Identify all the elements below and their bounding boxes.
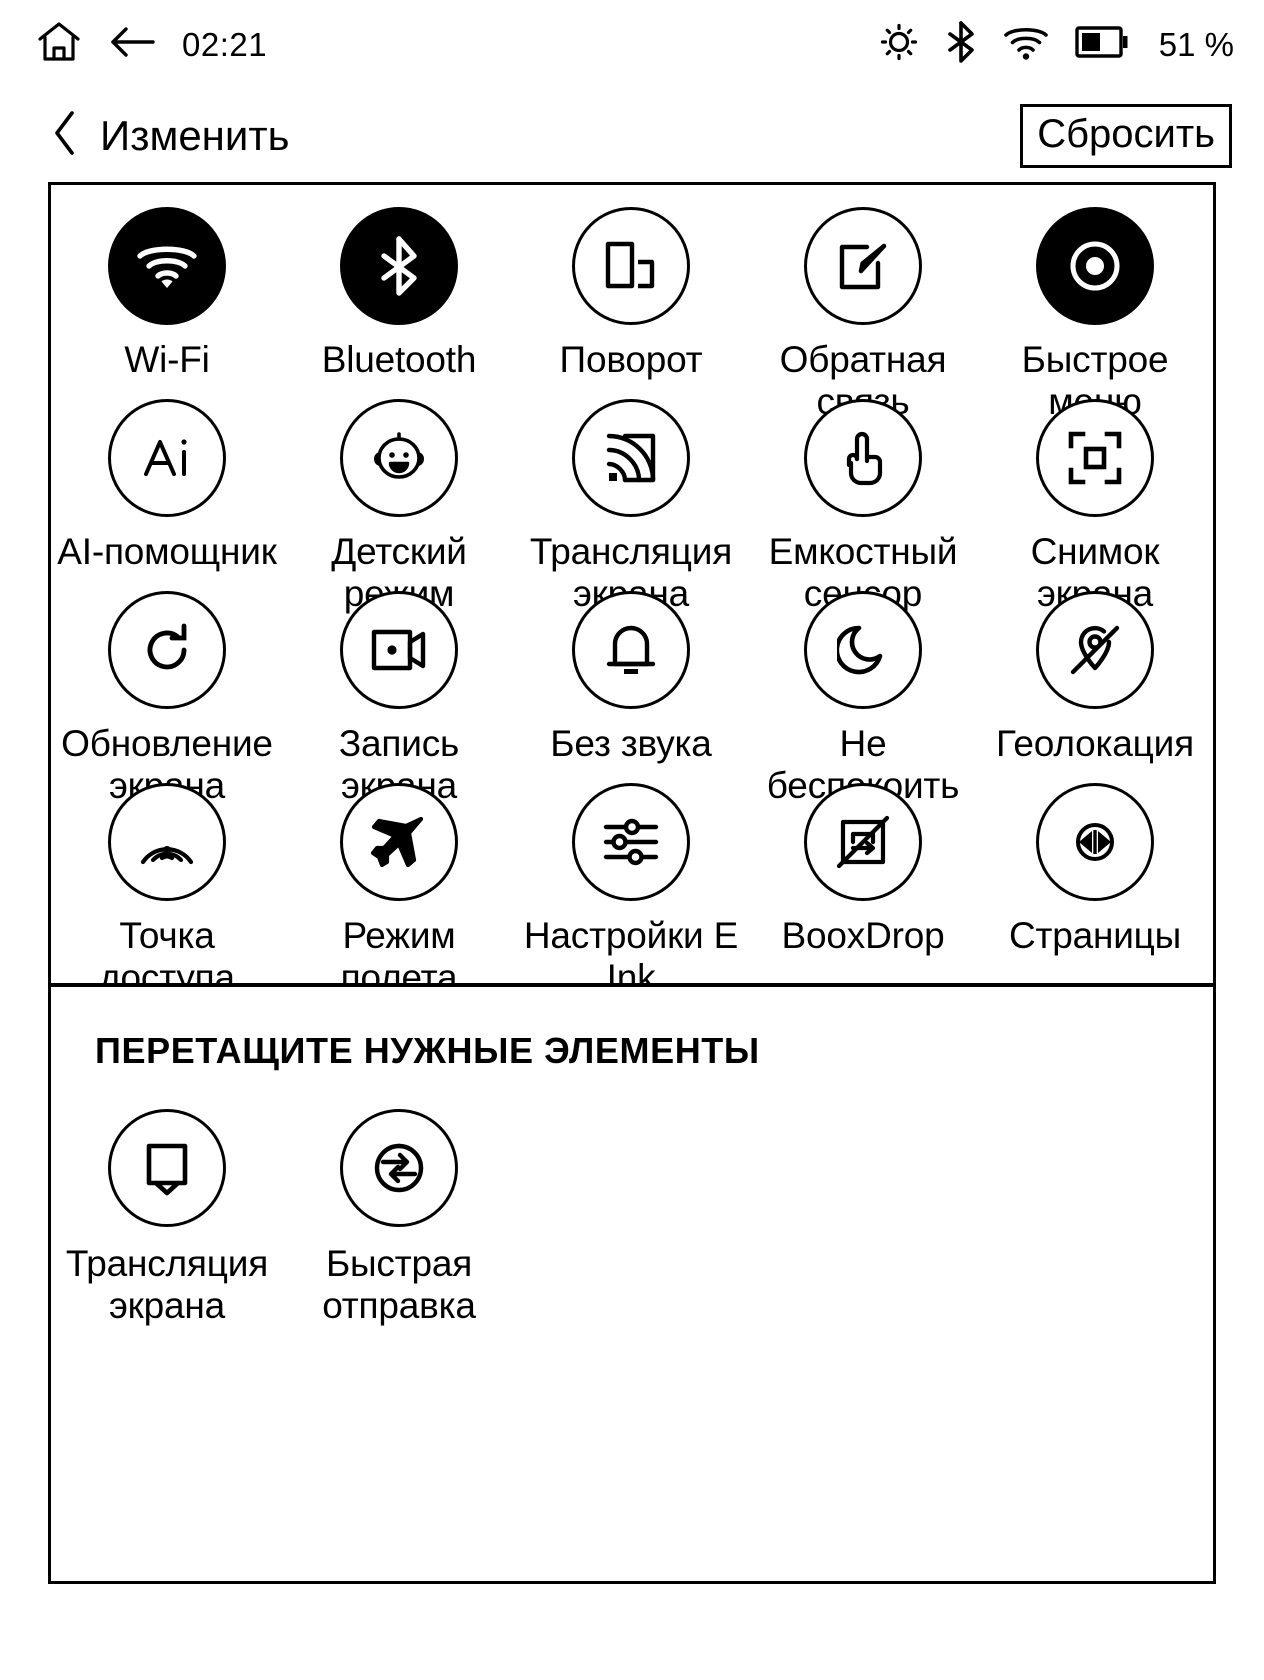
toggle-eink-settings[interactable]: Настройки E Ink xyxy=(515,783,747,998)
status-bar-clock: 02:21 xyxy=(182,25,268,63)
toggle-label: AI-помощник xyxy=(57,531,277,572)
bluetooth-icon[interactable] xyxy=(945,20,977,69)
toggle-booxdrop[interactable]: BooxDrop xyxy=(747,783,979,975)
toggle-rotation[interactable]: Поворот xyxy=(515,207,747,399)
hotspot-icon xyxy=(108,783,226,901)
toggle-label: Wi-Fi xyxy=(124,339,210,380)
status-bar: 02:21 51 % xyxy=(0,0,1264,88)
toggle-screen-record[interactable]: Запись экрана xyxy=(283,591,515,806)
rotation-icon xyxy=(572,207,690,325)
screencast-icon xyxy=(572,399,690,517)
toggle-pages[interactable]: Страницы xyxy=(979,783,1211,975)
feedback-icon xyxy=(804,207,922,325)
home-icon[interactable] xyxy=(36,20,82,69)
wifi-icon xyxy=(108,207,226,325)
toggle-ai-assistant[interactable]: AI-помощник xyxy=(51,399,283,591)
toggle-location[interactable]: Геолокация xyxy=(979,591,1211,783)
kid-mode-icon xyxy=(340,399,458,517)
toggle-mute[interactable]: Без звука xyxy=(515,591,747,783)
eink-settings-icon xyxy=(572,783,690,901)
reset-button[interactable]: Сбросить xyxy=(1020,104,1232,168)
quick-send-icon xyxy=(340,1109,458,1227)
capacitive-touch-icon xyxy=(804,399,922,517)
screen-record-icon xyxy=(340,591,458,709)
back-button[interactable]: Изменить xyxy=(52,110,289,161)
screenshot-icon xyxy=(1036,399,1154,517)
quick-menu-icon xyxy=(1036,207,1154,325)
bluetooth-icon xyxy=(340,207,458,325)
toggle-hotspot[interactable]: Точка доступа xyxy=(51,783,283,998)
toggle-screen-refresh[interactable]: Обновление экрана xyxy=(51,591,283,806)
toggle-screencast[interactable]: Трансляция экрана xyxy=(515,399,747,614)
edit-panel-card: Wi-Fi Bluetooth Поворот Обратная Быстрое… xyxy=(48,182,1216,1584)
dropzone-item-label: Быстрая отправка xyxy=(322,1243,476,1327)
back-arrow-icon[interactable] xyxy=(108,25,156,64)
toggle-row: Wi-Fi Bluetooth Поворот Обратная Быстрое xyxy=(51,207,1213,422)
dropzone-item-quick-send[interactable]: Быстрая отправка xyxy=(283,1109,515,1327)
toggle-grid: Wi-Fi Bluetooth Поворот Обратная Быстрое… xyxy=(51,185,1213,998)
location-off-icon xyxy=(1036,591,1154,709)
toggle-label: BooxDrop xyxy=(781,915,945,956)
mute-bell-icon xyxy=(572,591,690,709)
toggle-label: Поворот xyxy=(559,339,703,380)
toggle-screenshot[interactable]: Снимок экрана xyxy=(979,399,1211,614)
refresh-icon xyxy=(108,591,226,709)
toggle-do-not-disturb[interactable]: Не беспокоить xyxy=(747,591,979,806)
brightness-icon[interactable] xyxy=(879,22,919,67)
toggle-feedback[interactable]: Обратная связь xyxy=(747,207,979,422)
chevron-left-icon xyxy=(52,110,78,161)
ai-assistant-icon xyxy=(108,399,226,517)
battery-icon xyxy=(1075,25,1129,64)
airplane-icon xyxy=(340,783,458,901)
toggle-row: AI-помощник Детский режим xyxy=(51,399,1213,614)
do-not-disturb-icon xyxy=(804,591,922,709)
drop-zone-title: ПЕРЕТАЩИТЕ НУЖНЫЕ ЭЛЕМЕНТЫ xyxy=(95,1030,760,1071)
dropzone-item-screencast[interactable]: Трансляция экрана xyxy=(51,1109,283,1327)
drop-zone-section[interactable]: ПЕРЕТАЩИТЕ НУЖНЫЕ ЭЛЕМЕНТЫ Трансляция эк… xyxy=(51,987,1213,1581)
dropzone-item-label: Трансляция экрана xyxy=(65,1243,269,1327)
toggle-label: Страницы xyxy=(1008,915,1182,956)
toggle-capacitive-touch[interactable]: Емкостный сенсор xyxy=(747,399,979,614)
toggle-label: Без звука xyxy=(550,723,712,764)
toggle-bluetooth[interactable]: Bluetooth xyxy=(283,207,515,399)
drop-zone-grid: Трансляция экрана Быстрая отправка xyxy=(51,1109,1213,1327)
toggle-row: Обновление экрана Запись экрана xyxy=(51,591,1213,806)
wifi-icon[interactable] xyxy=(1003,23,1049,66)
bookmark-icon xyxy=(108,1109,226,1227)
toggle-label: Геолокация xyxy=(996,723,1194,764)
status-bar-right: 51 % xyxy=(879,20,1234,69)
booxdrop-icon xyxy=(804,783,922,901)
pages-icon xyxy=(1036,783,1154,901)
toggle-airplane-mode[interactable]: Режим полета xyxy=(283,783,515,998)
toggle-row: Точка доступа Режим полета Настройки E I… xyxy=(51,783,1213,998)
page-title: Изменить xyxy=(100,111,290,159)
toggle-wifi[interactable]: Wi-Fi xyxy=(51,207,283,399)
toggle-quick-menu[interactable]: Быстрое меню xyxy=(979,207,1211,422)
status-bar-left: 02:21 xyxy=(36,20,267,69)
toggle-kid-mode[interactable]: Детский режим xyxy=(283,399,515,614)
title-bar: Изменить Сбросить xyxy=(0,88,1264,182)
battery-percentage: 51 % xyxy=(1158,25,1234,63)
toggle-label: Bluetooth xyxy=(321,339,477,380)
